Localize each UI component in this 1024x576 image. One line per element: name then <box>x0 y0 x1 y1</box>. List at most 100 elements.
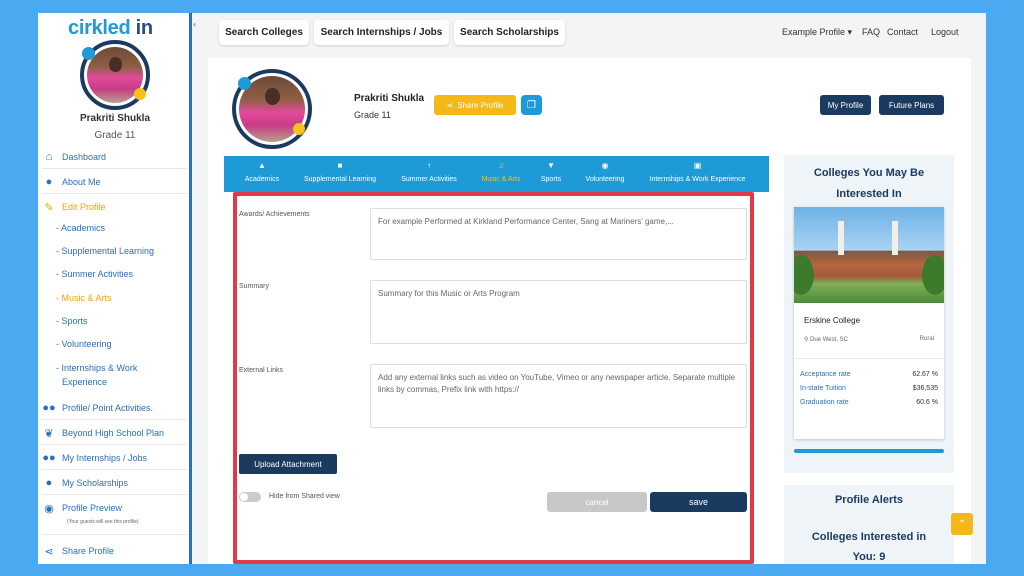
logo-text: cirkled <box>68 17 131 39</box>
graduation-rate-label: Graduation rate <box>800 399 849 406</box>
colleges-interested-text[interactable]: Colleges Interested in <box>784 527 954 547</box>
sidebar-subitem-sports[interactable]: - Sports <box>56 315 88 328</box>
home-icon: ⌂ <box>45 151 53 163</box>
tab-volunteering[interactable]: ◉ Volunteering <box>580 156 630 192</box>
profile-tabs: ▲ Academics ■ Supplemental Learning ↑ Su… <box>224 156 769 192</box>
tab-sports[interactable]: ▼ Sports <box>536 156 566 192</box>
example-profile-dropdown[interactable]: Example Profile ▾ <box>782 27 852 38</box>
book-icon: ■ <box>337 161 343 170</box>
sidebar-item-label: Profile Preview <box>62 503 123 513</box>
sidebar-subitem-summer-activities[interactable]: - Summer Activities <box>56 268 133 281</box>
divider <box>42 444 187 445</box>
tab-internships-work[interactable]: ▣ Internships & Work Experience <box>640 156 755 192</box>
tab-label: Volunteering <box>585 176 625 183</box>
college-card[interactable]: Erskine College ⚲ Due West, SC Rural Acc… <box>794 207 944 439</box>
external-links-input[interactable]: Add any external links such as video on … <box>370 364 747 428</box>
sidebar-subitem-internships-cont[interactable]: Experience <box>62 376 107 389</box>
sidebar-item-label: Share Profile <box>62 546 115 556</box>
leaf-icon: ❦ <box>44 427 54 440</box>
upload-attachment-button[interactable]: Upload Attachment <box>239 454 337 474</box>
sidebar-item-edit-profile[interactable]: ✎ Edit Profile <box>42 201 105 214</box>
contact-link[interactable]: Contact <box>887 27 918 37</box>
search-colleges-button[interactable]: Search Colleges <box>219 20 309 45</box>
faq-link[interactable]: FAQ <box>862 27 880 37</box>
sidebar-student-name: Prakriti Shukla <box>79 113 151 124</box>
handshake-icon: ◉ <box>601 161 609 170</box>
graduation-cap-icon: ▲ <box>258 161 266 170</box>
colleges-interested-count[interactable]: You: 9 <box>784 547 954 564</box>
colleges-panel-title-2: Interested In <box>836 188 902 200</box>
cirkledin-logo[interactable]: cirkled in <box>68 17 153 40</box>
sidebar: cirkled in Prakriti Shukla Grade 11 ⌂ Das… <box>38 13 192 564</box>
sidebar-item-scholarships[interactable]: ● My Scholarships <box>42 477 128 489</box>
search-internships-button[interactable]: Search Internships / Jobs <box>314 20 449 45</box>
future-plans-button[interactable]: Future Plans <box>879 95 944 115</box>
search-scholarships-button[interactable]: Search Scholarships <box>454 20 565 45</box>
tab-label: Academics <box>244 176 280 183</box>
music-arts-form: Awards/ Achievements For example Perform… <box>233 192 754 564</box>
hide-from-shared-toggle[interactable] <box>239 492 261 502</box>
music-icon: ♫ <box>498 161 504 170</box>
external-links-label: External Links <box>239 367 283 374</box>
sidebar-item-point-activities[interactable]: ●● Profile/ Point Activities. <box>42 402 153 414</box>
sidebar-item-label: My Scholarships <box>62 478 129 488</box>
sidebar-item-about-me[interactable]: ● About Me <box>42 176 101 188</box>
trophy-icon: ▼ <box>547 161 555 170</box>
sidebar-student-grade: Grade 11 <box>94 130 136 141</box>
sidebar-subitem-academics[interactable]: - Academics <box>56 222 105 235</box>
college-photo-tree <box>794 255 814 295</box>
awards-label: Awards/ Achievements <box>239 211 310 218</box>
tab-academics[interactable]: ▲ Academics <box>238 156 286 192</box>
sidebar-item-share-profile[interactable]: ⋖ Share Profile <box>42 545 115 558</box>
sidebar-item-label: About Me <box>62 177 101 187</box>
summary-label: Summary <box>239 283 269 290</box>
save-button[interactable]: save <box>650 492 747 512</box>
acceptance-rate-label: Acceptance rate <box>800 371 851 378</box>
tab-music-arts[interactable]: ♫ Music & Arts <box>476 156 526 192</box>
tab-summer-activities[interactable]: ↑ Summer Activities <box>394 156 464 192</box>
sidebar-item-dashboard[interactable]: ⌂ Dashboard <box>42 151 106 163</box>
sidebar-subitem-internships[interactable]: - Internships & Work <box>56 362 137 375</box>
tuition-value: $36,535 <box>912 385 938 392</box>
carousel-scrollbar[interactable] <box>794 449 944 453</box>
sidebar-subitem-volunteering[interactable]: - Volunteering <box>56 338 112 351</box>
share-profile-label: Share Profile <box>457 100 504 110</box>
sidebar-item-label: Beyond High School Plan <box>62 428 165 438</box>
edit-icon: ✎ <box>44 201 54 214</box>
college-photo-tree <box>922 255 944 295</box>
graduation-rate-value: 60.6 % <box>916 399 938 406</box>
profile-grade: Grade 11 <box>354 110 391 120</box>
college-photo <box>794 207 944 303</box>
copy-icon: ❐ <box>527 99 536 111</box>
sidebar-subitem-music-arts[interactable]: - Music & Arts <box>56 292 112 305</box>
profile-name: Prakriti Shukla <box>354 93 425 104</box>
tab-supplemental-learning[interactable]: ■ Supplemental Learning <box>296 156 384 192</box>
awards-input[interactable]: For example Performed at Kirkland Perfor… <box>370 208 747 260</box>
divider <box>42 193 187 194</box>
sidebar-item-beyond-high-school[interactable]: ❦ Beyond High School Plan <box>42 427 165 440</box>
sidebar-subitem-supplemental-learning[interactable]: - Supplemental Learning <box>56 245 154 258</box>
cancel-button[interactable]: cancel <box>547 492 647 512</box>
sidebar-item-label: Profile/ Point Activities. <box>62 403 154 413</box>
college-photo-spire <box>892 221 898 255</box>
sidebar-item-profile-preview[interactable]: ◉ Profile Preview <box>42 502 123 515</box>
tab-label: Internships & Work Experience <box>649 176 746 183</box>
divider <box>42 168 187 169</box>
divider <box>42 494 187 495</box>
sidebar-collapse-icon[interactable]: ◖ <box>192 20 200 29</box>
sidebar-item-internships-jobs[interactable]: ●● My Internships / Jobs <box>42 452 147 464</box>
colleges-panel: Colleges You May Be Interested In Erskin… <box>784 155 954 473</box>
scroll-to-top-button[interactable]: ⌃ <box>951 513 973 535</box>
copy-link-button[interactable]: ❐ <box>521 95 542 115</box>
torch-icon: ↑ <box>427 161 431 170</box>
divider <box>794 358 944 359</box>
share-profile-button[interactable]: ⋖ Share Profile <box>434 95 516 115</box>
logout-link[interactable]: Logout <box>931 27 959 37</box>
chevron-up-icon: ⌃ <box>957 518 967 530</box>
my-profile-button[interactable]: My Profile <box>820 95 871 115</box>
logo-text-tail: in <box>130 17 153 39</box>
college-location: ⚲ Due West, SC <box>804 336 848 343</box>
tuition-label: In-state Tuition <box>800 385 846 392</box>
summary-input[interactable]: Summary for this Music or Arts Program <box>370 280 747 344</box>
tab-label: Supplemental Learning <box>304 176 376 183</box>
